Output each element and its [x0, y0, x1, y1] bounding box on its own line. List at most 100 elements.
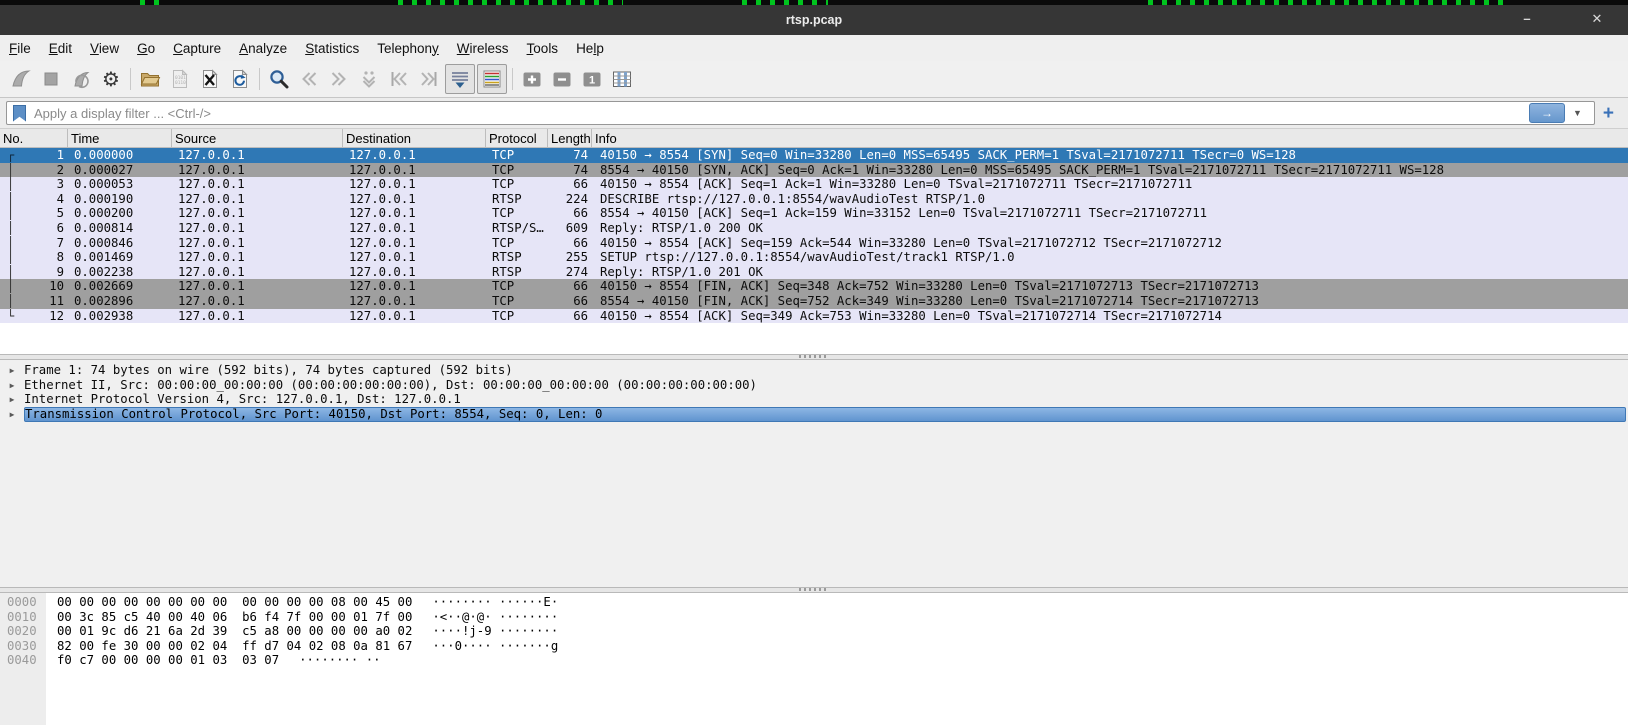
find-packet-icon[interactable]	[265, 65, 293, 93]
packet-row[interactable]: │11 0.002896 127.0.0.1 127.0.0.1 TCP 66 …	[0, 294, 1628, 309]
col-info: 40150 → 8554 [SYN] Seq=0 Win=33280 Len=0…	[592, 148, 1628, 163]
close-button[interactable]: ✕	[1580, 11, 1614, 27]
pane-splitter[interactable]	[0, 354, 1628, 360]
packet-row[interactable]: │10 0.002669 127.0.0.1 127.0.0.1 TCP 66 …	[0, 279, 1628, 294]
hex-row[interactable]: 0040 f0 c7 00 00 00 00 01 03 03 07 ·····…	[0, 653, 1628, 668]
column-header-length[interactable]: Length	[548, 129, 592, 147]
menu-bar: File Edit View Go Capture Analyze Statis…	[0, 35, 1628, 61]
menu-tools[interactable]: Tools	[518, 35, 568, 61]
hex-row[interactable]: 0030 82 00 fe 30 00 00 02 04 ff d7 04 02…	[0, 639, 1628, 654]
menu-file[interactable]: File	[0, 35, 40, 61]
menu-wireless[interactable]: Wireless	[448, 35, 518, 61]
col-time: 0.000027	[68, 163, 172, 178]
go-first-icon[interactable]	[385, 65, 413, 93]
expander-icon[interactable]: ▶	[0, 381, 24, 390]
column-header-protocol[interactable]: Protocol	[486, 129, 548, 147]
splitter-handle[interactable]	[799, 355, 829, 358]
column-header-info[interactable]: Info	[592, 129, 1628, 147]
col-protocol: TCP	[486, 279, 548, 294]
col-protocol: TCP	[486, 163, 548, 178]
packet-row[interactable]: └12 0.002938 127.0.0.1 127.0.0.1 TCP 66 …	[0, 309, 1628, 324]
toolbar-separator	[259, 68, 260, 90]
packet-row[interactable]: │4 0.000190 127.0.0.1 127.0.0.1 RTSP 224…	[0, 192, 1628, 207]
detail-row-ip[interactable]: ▶ Internet Protocol Version 4, Src: 127.…	[0, 392, 1628, 407]
packet-list-header: No. Time Source Destination Protocol Len…	[0, 129, 1628, 148]
go-to-packet-icon[interactable]	[355, 65, 383, 93]
detail-row-ethernet[interactable]: ▶ Ethernet II, Src: 00:00:00_00:00:00 (0…	[0, 378, 1628, 393]
col-length: 66	[548, 294, 592, 309]
hex-row[interactable]: 0020 00 01 9c d6 21 6a 2d 39 c5 a8 00 00…	[0, 624, 1628, 639]
hex-offset: 0000	[0, 595, 46, 610]
capture-restart-icon[interactable]	[67, 65, 95, 93]
hex-row[interactable]: 0000 00 00 00 00 00 00 00 00 00 00 00 00…	[0, 595, 1628, 610]
go-back-icon[interactable]	[295, 65, 323, 93]
capture-start-icon[interactable]	[7, 65, 35, 93]
col-protocol: TCP	[486, 148, 548, 163]
col-destination: 127.0.0.1	[343, 250, 486, 265]
col-no: │8	[0, 250, 68, 265]
packet-row[interactable]: │6 0.000814 127.0.0.1 127.0.0.1 RTSP/S… …	[0, 221, 1628, 236]
col-source: 127.0.0.1	[172, 163, 343, 178]
col-protocol: RTSP	[486, 265, 548, 280]
col-source: 127.0.0.1	[172, 206, 343, 221]
menu-view[interactable]: View	[81, 35, 128, 61]
capture-stop-icon[interactable]	[37, 65, 65, 93]
packet-row[interactable]: │8 0.001469 127.0.0.1 127.0.0.1 RTSP 255…	[0, 250, 1628, 265]
resize-columns-icon[interactable]	[608, 65, 636, 93]
conversation-bracket: └	[0, 309, 22, 324]
capture-options-icon[interactable]: ⚙	[97, 65, 125, 93]
hex-offset: 0040	[0, 653, 46, 668]
packet-row[interactable]: │9 0.002238 127.0.0.1 127.0.0.1 RTSP 274…	[0, 265, 1628, 280]
minimize-button[interactable]: –	[1510, 11, 1544, 26]
reload-file-icon[interactable]	[226, 65, 254, 93]
col-info: 40150 → 8554 [FIN, ACK] Seq=348 Ack=752 …	[592, 279, 1628, 294]
display-filter-input[interactable]	[32, 105, 1529, 122]
detail-row-frame[interactable]: ▶ Frame 1: 74 bytes on wire (592 bits), …	[0, 363, 1628, 378]
hex-row[interactable]: 0010 00 3c 85 c5 40 00 40 06 b6 f4 7f 00…	[0, 610, 1628, 625]
close-file-icon[interactable]	[196, 65, 224, 93]
zoom-in-icon[interactable]	[518, 65, 546, 93]
menu-statistics[interactable]: Statistics	[296, 35, 368, 61]
hex-bytes: 00 00 00 00 00 00 00 00 00 00 00 00 08 0…	[57, 595, 412, 610]
col-info: 40150 → 8554 [ACK] Seq=349 Ack=753 Win=3…	[592, 309, 1628, 324]
splitter-handle[interactable]	[799, 588, 829, 591]
col-length: 66	[548, 177, 592, 192]
col-destination: 127.0.0.1	[343, 309, 486, 324]
menu-capture[interactable]: Capture	[164, 35, 230, 61]
menu-edit[interactable]: Edit	[40, 35, 81, 61]
packet-row[interactable]: │5 0.000200 127.0.0.1 127.0.0.1 TCP 66 8…	[0, 206, 1628, 221]
packet-bytes-pane: 0000 00 00 00 00 00 00 00 00 00 00 00 00…	[0, 593, 1628, 725]
menu-telephony[interactable]: Telephony	[368, 35, 448, 61]
col-length: 74	[548, 163, 592, 178]
packet-row[interactable]: │3 0.000053 127.0.0.1 127.0.0.1 TCP 66 4…	[0, 177, 1628, 192]
expander-icon[interactable]: ▶	[0, 395, 24, 404]
zoom-out-icon[interactable]	[548, 65, 576, 93]
menu-analyze[interactable]: Analyze	[230, 35, 296, 61]
filter-dropdown-icon[interactable]: ▼	[1565, 108, 1590, 118]
go-last-icon[interactable]	[415, 65, 443, 93]
zoom-100-icon[interactable]: 1	[578, 65, 606, 93]
packet-row[interactable]: │2 0.000027 127.0.0.1 127.0.0.1 TCP 74 8…	[0, 163, 1628, 178]
col-protocol: TCP	[486, 294, 548, 309]
filter-bookmark-icon[interactable]	[13, 105, 26, 122]
packet-row[interactable]: ┌1 0.000000 127.0.0.1 127.0.0.1 TCP 74 4…	[0, 148, 1628, 163]
col-source: 127.0.0.1	[172, 221, 343, 236]
menu-go[interactable]: Go	[128, 35, 164, 61]
column-header-destination[interactable]: Destination	[343, 129, 486, 147]
column-header-no[interactable]: No.	[0, 129, 68, 147]
menu-help[interactable]: Help	[567, 35, 613, 61]
add-filter-button-icon[interactable]: +	[1595, 104, 1622, 123]
column-header-source[interactable]: Source	[172, 129, 343, 147]
column-header-time[interactable]: Time	[68, 129, 172, 147]
apply-filter-button[interactable]: →	[1529, 103, 1565, 123]
colorize-icon[interactable]	[477, 64, 507, 94]
auto-scroll-icon[interactable]	[445, 64, 475, 94]
packet-row[interactable]: │7 0.000846 127.0.0.1 127.0.0.1 TCP 66 4…	[0, 236, 1628, 251]
go-forward-icon[interactable]	[325, 65, 353, 93]
save-file-icon[interactable]: 01010110	[166, 65, 194, 93]
detail-row-tcp[interactable]: ▶ Transmission Control Protocol, Src Por…	[0, 407, 1628, 422]
expander-icon[interactable]: ▶	[0, 366, 24, 375]
col-time: 0.002938	[68, 309, 172, 324]
expander-icon[interactable]: ▶	[0, 410, 24, 419]
open-file-icon[interactable]	[136, 65, 164, 93]
